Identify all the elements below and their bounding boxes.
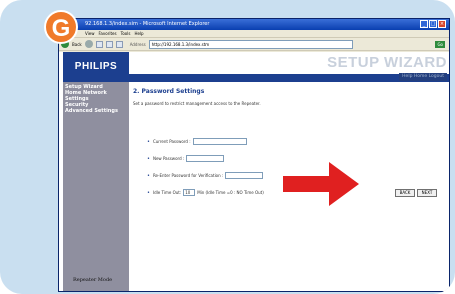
setup-wizard-title: SETUP WIZARD [327, 54, 447, 71]
menu-view[interactable]: View [85, 30, 95, 37]
new-password-row: • New Password : [147, 155, 225, 162]
page-header: PHILIPS SETUP WIZARD Help Home Logout [59, 52, 449, 82]
current-password-row: • Current Password : [147, 138, 247, 145]
arrow-shape [283, 162, 359, 206]
close-icon[interactable]: × [438, 20, 446, 28]
minimize-icon[interactable]: _ [420, 20, 428, 28]
menu-bar: View Favorites Tools Help [59, 30, 449, 38]
pointer-arrow-icon [283, 162, 359, 206]
top-links[interactable]: Help Home Logout [399, 73, 447, 81]
bullet-icon: • [147, 172, 150, 179]
next-button[interactable]: NEXT [417, 189, 437, 197]
idle-timeout-field[interactable]: 10 [183, 189, 196, 196]
page-content: PHILIPS SETUP WIZARD Help Home Logout Se… [59, 52, 449, 291]
browser-window: 92.168.1.3/index.sim - Microsoft Interne… [58, 18, 450, 292]
back-label[interactable]: Back [72, 42, 82, 47]
new-password-field[interactable] [186, 155, 225, 162]
current-password-field[interactable] [192, 138, 247, 145]
window-title: 92.168.1.3/index.sim - Microsoft Interne… [85, 21, 210, 27]
bullet-icon: • [147, 155, 150, 162]
page-description: Set a password to restrict management ac… [133, 101, 261, 106]
home-icon[interactable] [115, 40, 123, 48]
forward-icon[interactable] [84, 40, 93, 48]
go-button[interactable]: Go [435, 40, 445, 48]
bullet-icon: • [147, 138, 150, 145]
back-button[interactable]: BACK [395, 189, 415, 197]
bullet-icon: • [147, 189, 150, 196]
main-area: Setup Wizard Home Network Settings Secur… [59, 82, 449, 291]
idle-timeout-hint: Min (Idle Time =0 : NO Time Out) [197, 190, 264, 195]
refresh-icon[interactable] [105, 40, 113, 48]
browser-toolbar: Back Address http://192.168.1.3/index.st… [59, 38, 449, 51]
reenter-password-row: • Re-Enter Password for Verification : [147, 172, 264, 179]
address-bar[interactable]: http://192.168.1.3/index.stm [148, 39, 353, 49]
browser-titlebar: 92.168.1.3/index.sim - Microsoft Interne… [59, 19, 449, 30]
sidebar-item-advanced[interactable]: Advanced Settings [63, 108, 129, 114]
philips-logo: PHILIPS [63, 52, 129, 82]
reenter-password-field[interactable] [225, 172, 264, 179]
idle-timeout-row: • Idle Time Out: 10 Min (Idle Time =0 : … [147, 189, 264, 196]
menu-favorites[interactable]: Favorites [99, 30, 117, 37]
reenter-password-label: Re-Enter Password for Verification : [152, 173, 224, 178]
slide-background: G 92.168.1.3/index.sim - Microsoft Inter… [0, 0, 455, 294]
idle-timeout-label: Idle Time Out: [152, 190, 182, 195]
maximize-icon[interactable]: □ [429, 20, 437, 28]
menu-tools[interactable]: Tools [121, 30, 131, 37]
stop-icon[interactable] [95, 40, 103, 48]
step-badge: G [44, 10, 78, 44]
page-title: 2. Password Settings [133, 88, 205, 95]
new-password-label: New Password : [152, 156, 185, 161]
sidebar-item-home-network[interactable]: Home Network Settings [63, 90, 129, 102]
address-label: Address [129, 41, 146, 47]
current-password-label: Current Password : [152, 139, 191, 144]
sidebar: Setup Wizard Home Network Settings Secur… [63, 82, 129, 291]
menu-help[interactable]: Help [134, 30, 143, 37]
window-controls: _ □ × [420, 20, 446, 28]
repeater-mode-label: Repeater Mode [73, 277, 113, 283]
